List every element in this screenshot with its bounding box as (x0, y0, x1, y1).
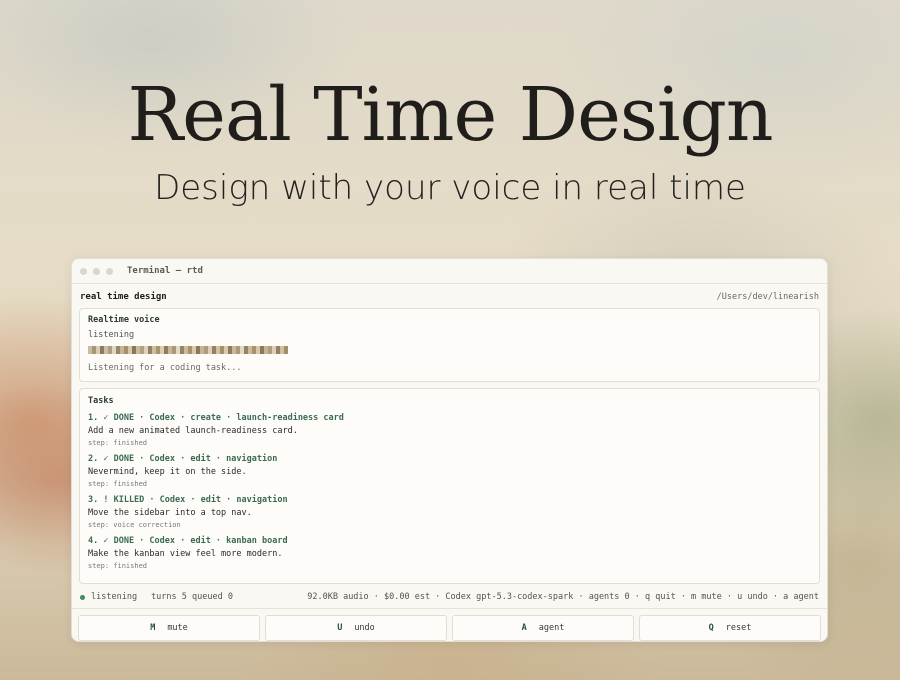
shortcut-label: reset (725, 623, 752, 633)
voice-panel: Realtime voice listening Listening for a… (79, 308, 820, 382)
minimize-window-button[interactable] (93, 267, 100, 275)
window-titlebar: Terminal — rtd (72, 259, 827, 284)
task-header: 1. ✓ DONE · Codex · create · launch-read… (88, 413, 344, 423)
working-directory: /Users/dev/linearish (716, 292, 819, 302)
task-step: step: finished (88, 480, 148, 488)
maximize-window-button[interactable] (106, 267, 113, 275)
shortcut-key: Q (708, 623, 714, 633)
undo-button[interactable]: U undo (265, 615, 447, 641)
shortcut-label: agent (538, 623, 565, 633)
status-state: listening (91, 592, 138, 602)
task-step: step: voice correction (88, 521, 181, 529)
status-line: listening turns 5 queued 0 92.0KB audio … (72, 587, 827, 607)
voice-hint: Listening for a coding task... (88, 363, 242, 373)
reset-button[interactable]: Q reset (639, 615, 821, 641)
tasks-panel-title: Tasks (88, 396, 114, 406)
task-item: 3. ! KILLED · Codex · edit · navigation … (88, 495, 811, 529)
agent-button[interactable]: A agent (452, 615, 634, 641)
waveform-segment (284, 346, 288, 354)
task-step: step: finished (88, 439, 148, 447)
terminal-window: Terminal — rtd real time design /Users/d… (71, 258, 828, 642)
task-item: 1. ✓ DONE · Codex · create · launch-read… (88, 413, 811, 447)
task-header: 4. ✓ DONE · Codex · edit · kanban board (88, 536, 288, 546)
voice-panel-title: Realtime voice (88, 315, 160, 325)
close-window-button[interactable] (80, 267, 87, 275)
task-header: 3. ! KILLED · Codex · edit · navigation (88, 495, 288, 505)
window-title: Terminal — rtd (127, 266, 203, 276)
shortcut-key: A (521, 623, 527, 633)
shortcut-label: undo (354, 623, 375, 633)
shortcut-key: M (150, 623, 156, 633)
hero-subtitle: Design with your voice in real time (154, 168, 746, 208)
shortcut-key: U (337, 623, 343, 633)
audio-waveform (88, 346, 811, 354)
hero-title: Real Time Design (127, 72, 773, 158)
task-step: step: finished (88, 562, 148, 570)
voice-status: listening (88, 330, 135, 340)
status-details: 92.0KB audio · $0.00 est · Codex gpt-5.3… (307, 592, 819, 602)
mute-button[interactable]: M mute (78, 615, 260, 641)
task-description: Move the sidebar into a top nav. (88, 508, 252, 518)
listening-indicator-icon (80, 594, 85, 600)
shortcut-bar: M mute U undo A agent Q reset (72, 608, 827, 641)
app-header: real time design /Users/dev/linearish (72, 286, 827, 308)
task-item: 2. ✓ DONE · Codex · edit · navigation Ne… (88, 454, 811, 488)
tasks-panel: Tasks 1. ✓ DONE · Codex · create · launc… (79, 388, 820, 584)
shortcut-label: mute (167, 623, 188, 633)
task-description: Add a new animated launch-readiness card… (88, 426, 298, 436)
status-counts: turns 5 queued 0 (151, 592, 233, 602)
app-name: real time design (80, 292, 167, 302)
status-left: listening turns 5 queued 0 (80, 592, 233, 602)
task-description: Make the kanban view feel more modern. (88, 549, 283, 559)
task-description: Nevermind, keep it on the side. (88, 467, 247, 477)
task-item: 4. ✓ DONE · Codex · edit · kanban board … (88, 536, 811, 570)
task-header: 2. ✓ DONE · Codex · edit · navigation (88, 454, 278, 464)
